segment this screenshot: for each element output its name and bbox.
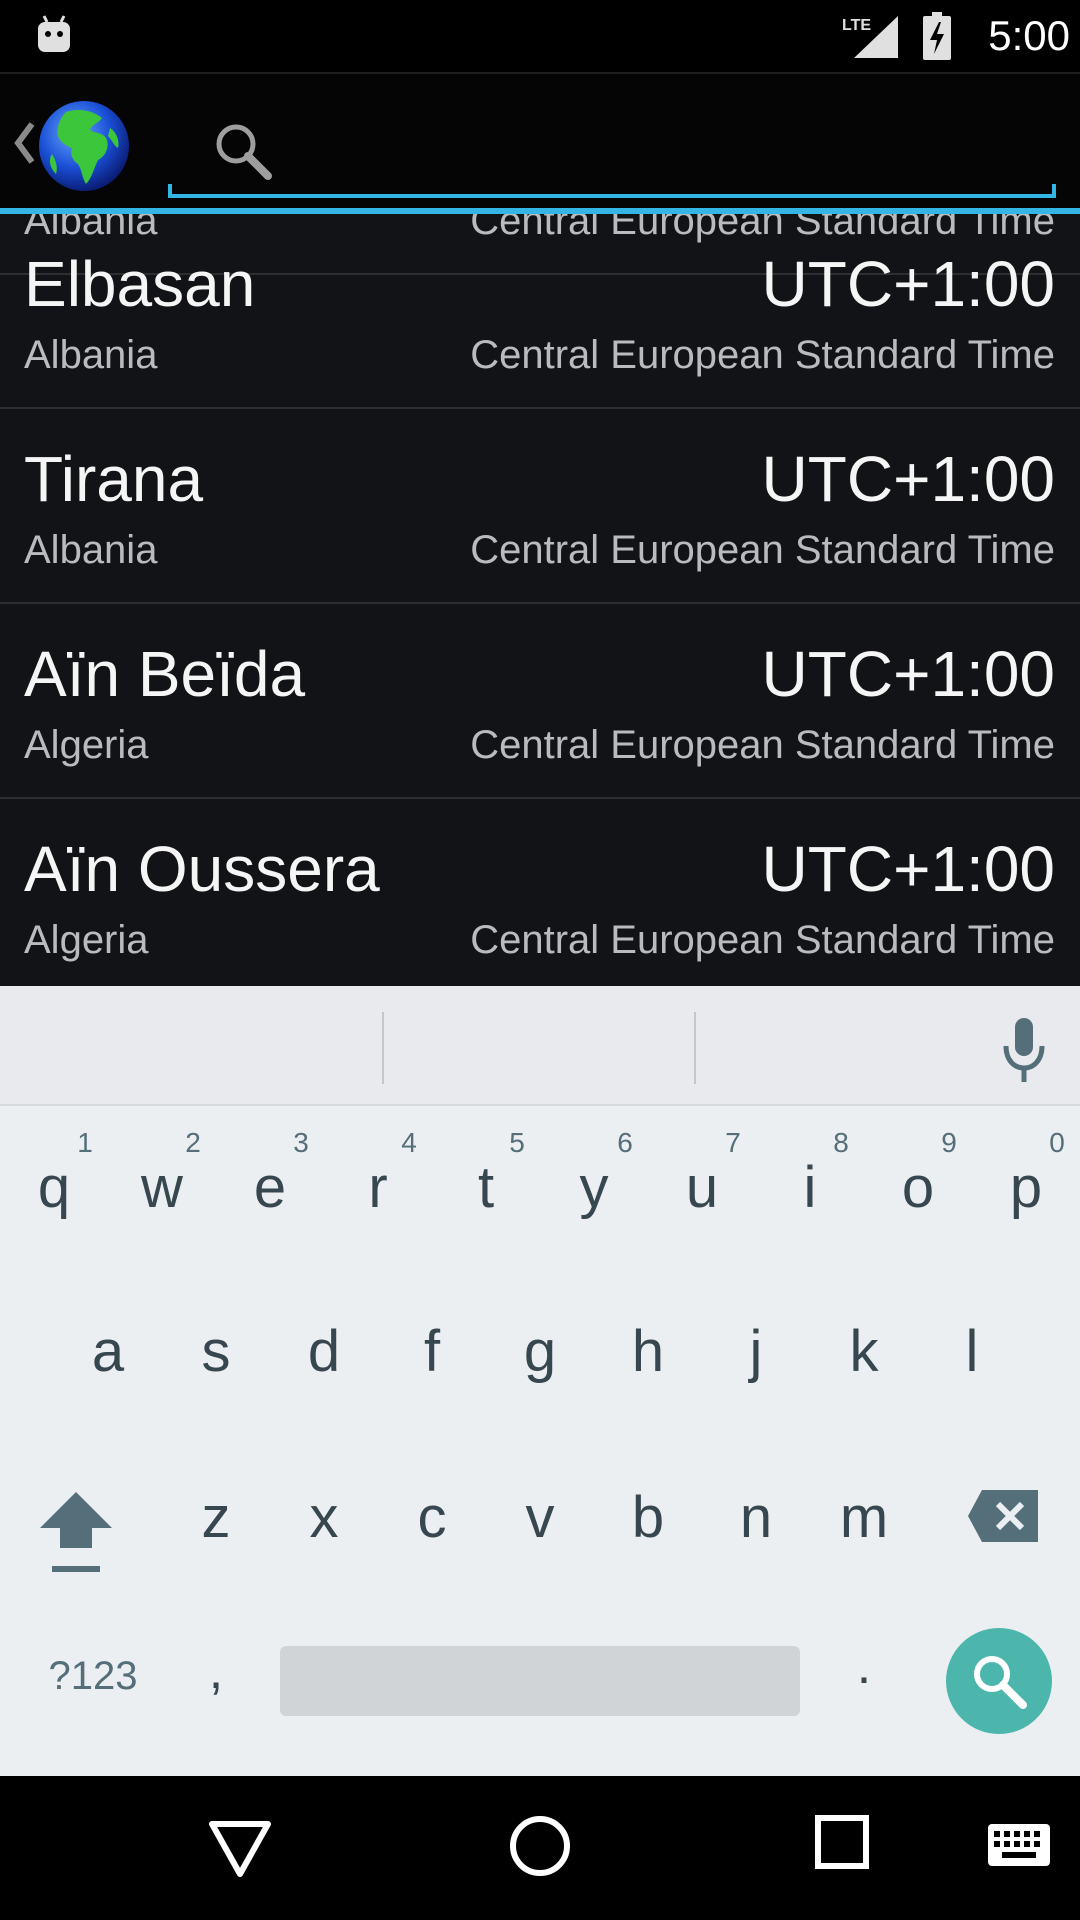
search-underline xyxy=(168,184,1056,198)
key-hint: 9 xyxy=(941,1127,957,1158)
country-name: Algeria xyxy=(24,723,149,767)
android-notification-icon xyxy=(38,15,70,52)
search-input[interactable] xyxy=(288,116,1028,182)
list-item[interactable]: Aïn Beïda Algeria UTC+1:00 Central Europ… xyxy=(0,604,1080,799)
symbols-key[interactable]: ?123 xyxy=(28,1650,158,1702)
key-hint: 8 xyxy=(833,1127,849,1158)
globe-icon[interactable] xyxy=(36,98,132,194)
back-icon[interactable] xyxy=(206,1816,274,1880)
key-g[interactable]: g xyxy=(500,1312,580,1392)
status-clock: 5:00 xyxy=(988,12,1070,59)
suggestion-divider xyxy=(382,1012,384,1084)
key-q[interactable]: q xyxy=(14,1148,94,1228)
key-u[interactable]: u xyxy=(662,1148,742,1228)
key-hint: 1 xyxy=(77,1127,93,1158)
timezone-name: Central European Standard Time xyxy=(470,918,1055,962)
comma-key[interactable]: , xyxy=(198,1636,234,1706)
key-o[interactable]: o xyxy=(878,1148,958,1228)
backspace-icon[interactable] xyxy=(966,1486,1042,1546)
key-hint: 5 xyxy=(509,1127,525,1158)
key-e[interactable]: e xyxy=(230,1148,310,1228)
key-hint: 6 xyxy=(617,1127,633,1158)
country-name: Albania xyxy=(24,528,158,572)
key-i[interactable]: i xyxy=(770,1148,850,1228)
key-k[interactable]: k xyxy=(824,1312,904,1392)
navigation-bar xyxy=(0,1776,1080,1920)
key-m[interactable]: m xyxy=(824,1478,904,1558)
key-b[interactable]: b xyxy=(608,1478,688,1558)
city-name: Aïn Oussera xyxy=(24,833,380,905)
key-a[interactable]: a xyxy=(68,1312,148,1392)
list-item[interactable]: Tirana Albania UTC+1:00 Central European… xyxy=(0,409,1080,604)
home-icon[interactable] xyxy=(506,1812,574,1880)
utc-offset: UTC+1:00 xyxy=(761,638,1055,710)
timezone-name: Central European Standard Time xyxy=(470,528,1055,572)
key-z[interactable]: z xyxy=(176,1478,256,1558)
recents-icon[interactable] xyxy=(814,1814,870,1870)
key-d[interactable]: d xyxy=(284,1312,364,1392)
list-item[interactable]: Aïn Oussera Algeria UTC+1:00 Central Eur… xyxy=(0,799,1080,986)
microphone-icon[interactable] xyxy=(998,1016,1050,1086)
key-hint: 2 xyxy=(185,1127,201,1158)
key-y[interactable]: y xyxy=(554,1148,634,1228)
suggestion-divider xyxy=(694,1012,696,1084)
key-w[interactable]: w xyxy=(122,1148,202,1228)
key-hint: 3 xyxy=(293,1127,309,1158)
timezone-name: Central European Standard Time xyxy=(470,723,1055,767)
key-s[interactable]: s xyxy=(176,1312,256,1392)
battery-charging-icon xyxy=(923,12,951,60)
utc-offset: UTC+1:00 xyxy=(761,443,1055,515)
key-j[interactable]: j xyxy=(716,1312,796,1392)
up-navigation-icon[interactable] xyxy=(10,118,38,168)
key-r[interactable]: r xyxy=(338,1148,418,1228)
action-bar xyxy=(0,72,1080,212)
utc-offset: UTC+1:00 xyxy=(761,248,1055,320)
list-item[interactable]: Elbasan Albania UTC+1:00 Central Europea… xyxy=(0,214,1080,409)
svg-text:LTE: LTE xyxy=(842,17,871,34)
timezone-list[interactable]: Albania Central European Standard Time E… xyxy=(0,214,1080,986)
search-icon xyxy=(974,1656,1027,1709)
key-h[interactable]: h xyxy=(608,1312,688,1392)
city-name: Aïn Beïda xyxy=(24,638,306,710)
key-hint: 7 xyxy=(725,1127,741,1158)
city-name: Elbasan xyxy=(24,248,256,320)
soft-keyboard: q1w2e3r4t5y6u7i8o9p0 asdfghjkl zxcvbnm ?… xyxy=(0,986,1080,1776)
shift-icon[interactable] xyxy=(34,1486,118,1582)
utc-offset: UTC+1:00 xyxy=(761,833,1055,905)
suggestion-strip[interactable] xyxy=(0,986,1080,1106)
timezone-name: Central European Standard Time xyxy=(470,333,1055,377)
search-icon xyxy=(216,124,272,180)
search-field[interactable] xyxy=(168,98,1056,198)
key-x[interactable]: x xyxy=(284,1478,364,1558)
space-key[interactable] xyxy=(280,1646,800,1716)
key-p[interactable]: p xyxy=(986,1148,1066,1228)
key-l[interactable]: l xyxy=(932,1312,1012,1392)
key-c[interactable]: c xyxy=(392,1478,472,1558)
key-t[interactable]: t xyxy=(446,1148,526,1228)
key-f[interactable]: f xyxy=(392,1312,472,1392)
search-action-key[interactable] xyxy=(946,1628,1052,1734)
key-n[interactable]: n xyxy=(716,1478,796,1558)
country-name: Albania xyxy=(24,333,158,377)
key-hint: 0 xyxy=(1049,1127,1065,1158)
keyboard-switch-icon[interactable] xyxy=(986,1822,1052,1868)
city-name: Tirana xyxy=(24,443,204,515)
action-bar-accent-line xyxy=(0,208,1080,214)
key-v[interactable]: v xyxy=(500,1478,580,1558)
period-key[interactable]: . xyxy=(846,1626,882,1706)
key-hint: 4 xyxy=(401,1127,417,1158)
lte-signal-icon: LTE xyxy=(842,16,898,58)
country-name: Algeria xyxy=(24,918,149,962)
status-bar: LTE 5:00 xyxy=(0,0,1080,72)
